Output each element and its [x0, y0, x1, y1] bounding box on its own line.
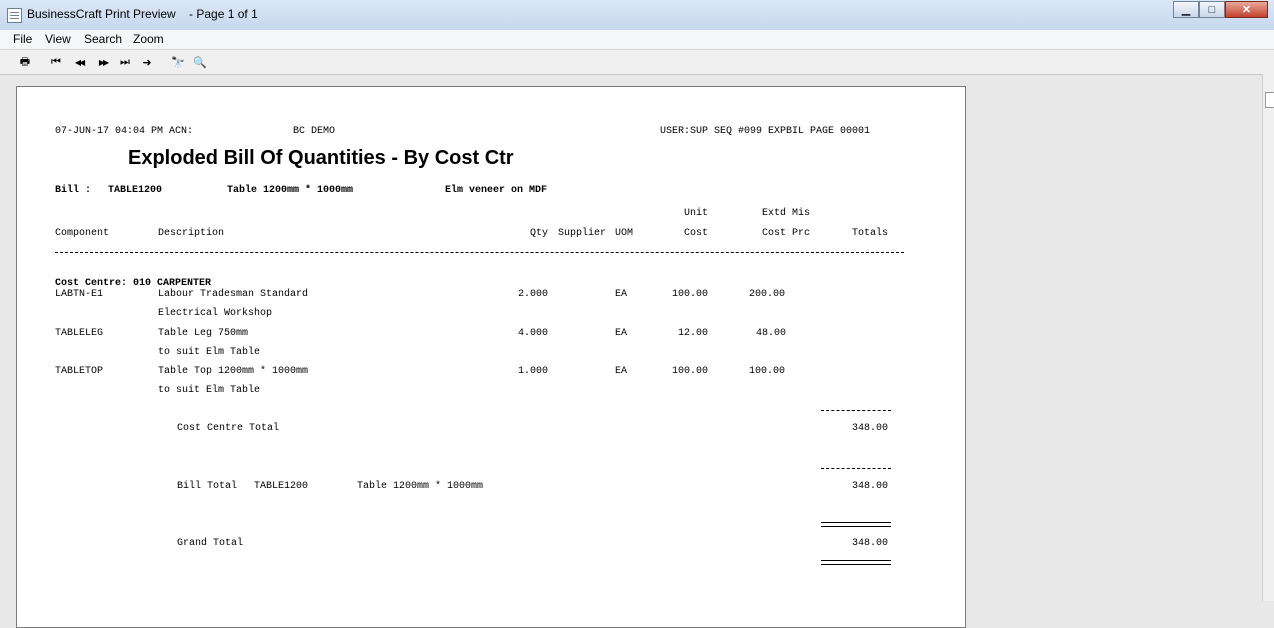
bill-total-code: TABLE1200	[254, 481, 309, 492]
col-component: Component	[55, 228, 110, 239]
row-qty: 2.000	[518, 289, 549, 300]
row-unit-cost: 100.00	[672, 366, 709, 377]
cost-centre-heading: Cost Centre: 010 CARPENTER	[55, 278, 212, 289]
row-unit-cost: 12.00	[678, 328, 709, 339]
subtotal-divider	[821, 410, 891, 411]
previous-page-icon[interactable]: ◀◀	[71, 54, 87, 70]
goto-page-icon[interactable]: ➜	[139, 54, 155, 70]
bill-total-value: 348.00	[852, 481, 889, 492]
row-component: TABLELEG	[55, 328, 104, 339]
menu-bar: File View Search Zoom	[0, 30, 1274, 50]
header-divider	[55, 252, 904, 253]
menu-view[interactable]: View	[45, 32, 71, 46]
grand-total-value: 348.00	[852, 538, 889, 549]
menu-file[interactable]: File	[13, 32, 32, 46]
bill-total-description: Table 1200mm * 1000mm	[357, 481, 484, 492]
row-extd-cost: 48.00	[756, 328, 787, 339]
bill-total-divider	[821, 468, 891, 469]
find-icon[interactable]: 🔭	[170, 54, 186, 70]
zoom-icon[interactable]: 🔍	[192, 54, 208, 70]
maximize-button[interactable]: □	[1199, 1, 1225, 18]
grand-total-label: Grand Total	[177, 538, 244, 549]
col-description: Description	[158, 228, 225, 239]
row-description-2: to suit Elm Table	[158, 385, 261, 396]
bill-total-label: Bill Total	[177, 481, 238, 492]
row-description-2: to suit Elm Table	[158, 347, 261, 358]
report-header-right: USER:SUP SEQ #099 EXPBIL PAGE 00001	[660, 126, 871, 137]
app-icon	[7, 8, 22, 23]
report-header-left: 07-JUN-17 04:04 PM ACN:	[55, 126, 194, 137]
title-bar: BusinessCraft Print Preview - Page 1 of …	[0, 0, 1274, 31]
row-component: LABTN-E1	[55, 289, 104, 300]
print-icon[interactable]: 🖶	[17, 54, 33, 70]
cost-centre-total-value: 348.00	[852, 423, 889, 434]
col-uom: UOM	[615, 228, 634, 239]
bill-description-2: Elm veneer on MDF	[445, 185, 548, 196]
window-controls: ▁ □ ✕	[1173, 1, 1268, 19]
last-page-icon[interactable]: ⏭	[117, 54, 133, 70]
window-title: BusinessCraft Print Preview - Page 1 of …	[27, 7, 258, 21]
cost-centre-total-label: Cost Centre Total	[177, 423, 280, 434]
row-description: Labour Tradesman Standard	[158, 289, 309, 300]
minimize-button[interactable]: ▁	[1173, 1, 1199, 18]
row-description-2: Electrical Workshop	[158, 308, 273, 319]
row-unit-cost: 100.00	[672, 289, 709, 300]
col-extd-top: Extd Mis	[762, 208, 811, 219]
row-uom: EA	[615, 328, 628, 339]
col-unit-top: Unit	[684, 208, 709, 219]
row-component: TABLETOP	[55, 366, 104, 377]
menu-search[interactable]: Search	[84, 32, 122, 46]
row-description: Table Leg 750mm	[158, 328, 249, 339]
scrollbar-thumb[interactable]	[1265, 92, 1274, 108]
menu-zoom[interactable]: Zoom	[133, 32, 164, 46]
row-qty: 1.000	[518, 366, 549, 377]
col-extd-bottom: Cost Prc	[762, 228, 811, 239]
grand-total-underline	[821, 560, 891, 565]
col-qty: Qty	[530, 228, 549, 239]
bill-code: TABLE1200	[108, 185, 163, 196]
row-uom: EA	[615, 289, 628, 300]
row-extd-cost: 100.00	[749, 366, 786, 377]
col-unit-bottom: Cost	[684, 228, 709, 239]
toolbar: 🖶 ⏮ ◀◀ ▶▶ ⏭ ➜ 🔭 🔍	[0, 50, 1274, 74]
close-button[interactable]: ✕	[1225, 1, 1268, 18]
row-qty: 4.000	[518, 328, 549, 339]
first-page-icon[interactable]: ⏮	[48, 54, 64, 70]
row-extd-cost: 200.00	[749, 289, 786, 300]
grand-total-divider	[821, 522, 891, 527]
row-description: Table Top 1200mm * 1000mm	[158, 366, 309, 377]
col-supplier: Supplier	[558, 228, 607, 239]
report-title: Exploded Bill Of Quantities - By Cost Ct…	[128, 147, 514, 169]
bill-label: Bill :	[55, 185, 92, 196]
bill-description: Table 1200mm * 1000mm	[227, 185, 354, 196]
report-header-company: BC DEMO	[293, 126, 336, 137]
vertical-scrollbar[interactable]	[1262, 74, 1274, 601]
row-uom: EA	[615, 366, 628, 377]
col-totals: Totals	[852, 228, 889, 239]
report-page: 07-JUN-17 04:04 PM ACN: BC DEMO USER:SUP…	[16, 86, 966, 628]
next-page-icon[interactable]: ▶▶	[95, 54, 111, 70]
